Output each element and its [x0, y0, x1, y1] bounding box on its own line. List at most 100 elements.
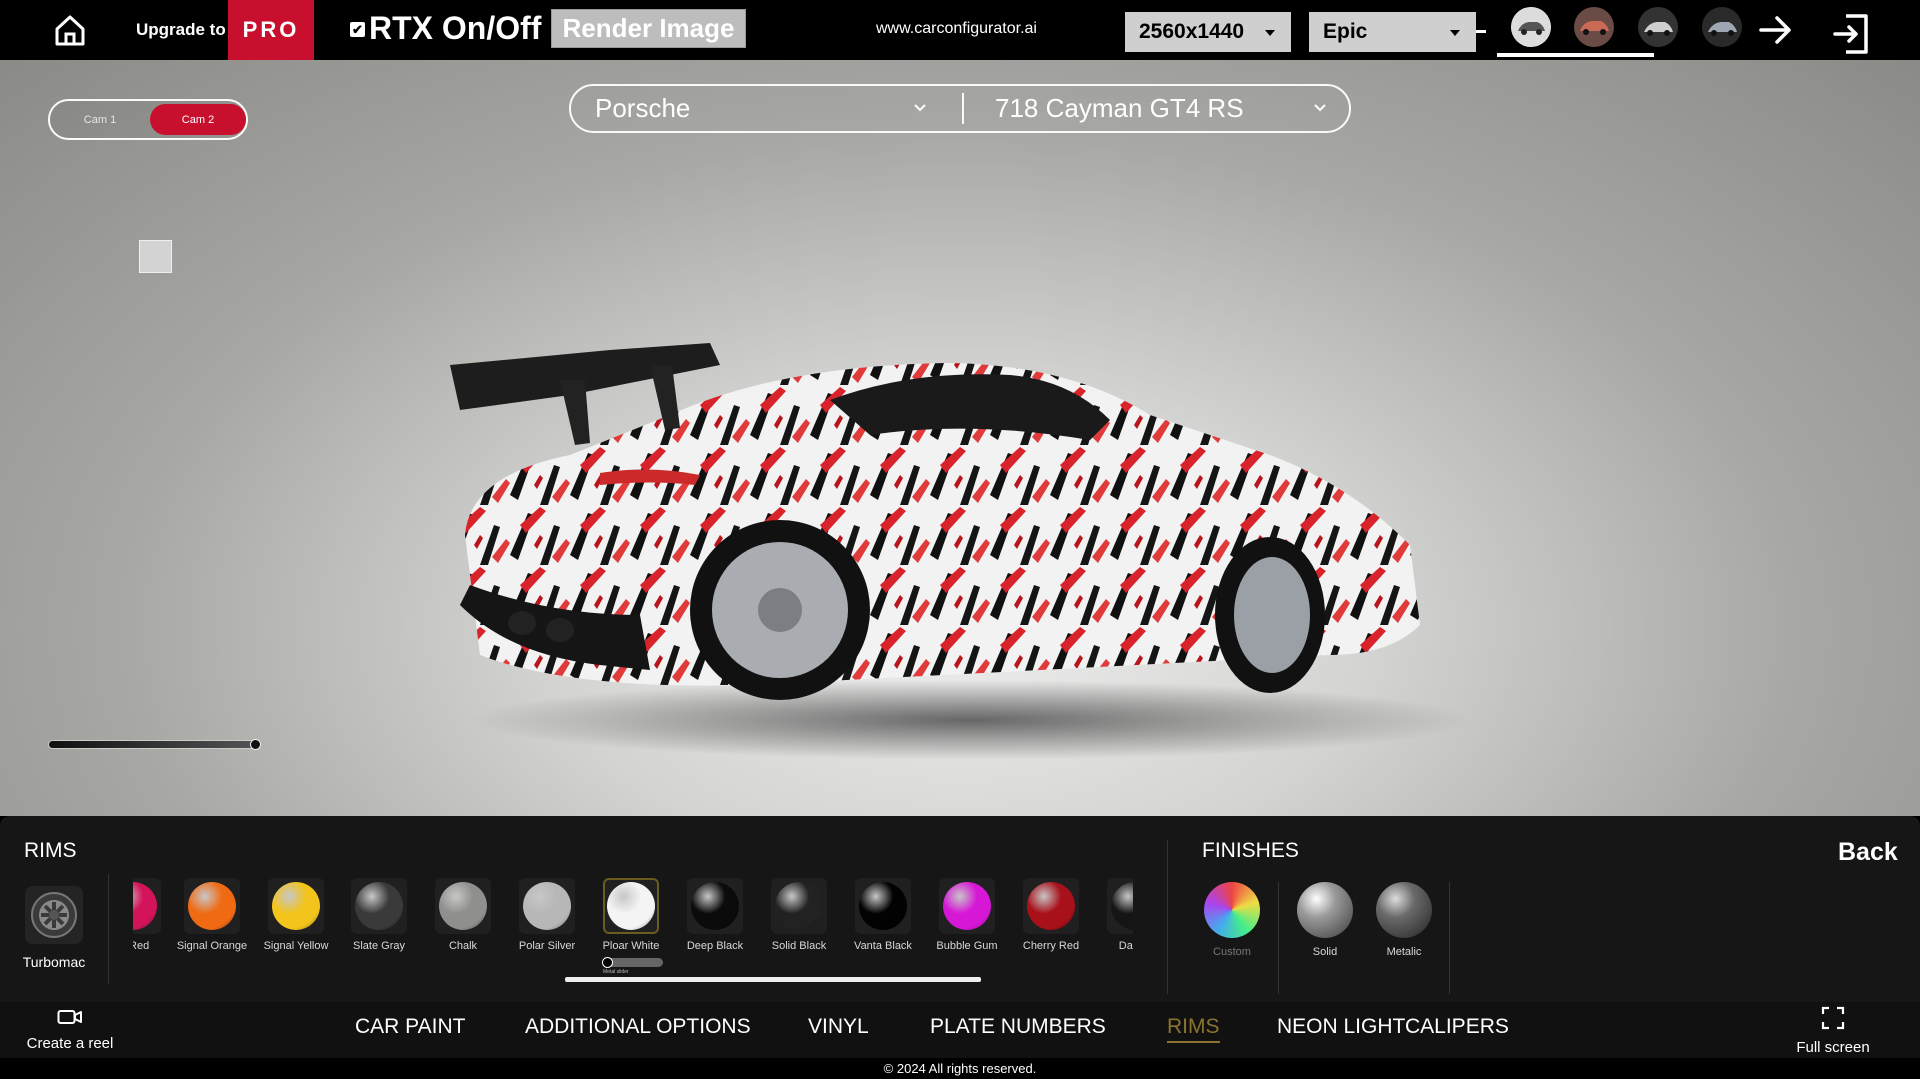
swatch-ball: [775, 882, 823, 930]
tab-vinyl[interactable]: VINYL: [808, 1015, 869, 1039]
swatch-tile: [771, 878, 827, 934]
cam-2-option[interactable]: Cam 2: [150, 104, 246, 135]
color-swatch[interactable]: Vanta Black: [843, 878, 923, 952]
car-thumbnail-icon: [1702, 7, 1742, 47]
color-preview-square[interactable]: [139, 240, 172, 273]
metal-slider-label: Metal slider: [603, 969, 629, 975]
swatch-scrollbar[interactable]: [565, 977, 981, 982]
color-swatch[interactable]: Chalk: [423, 878, 503, 952]
finish-swatch: [1204, 882, 1260, 938]
footer: © 2024 All rights reserved.: [0, 1058, 1920, 1079]
video-camera-icon: [57, 1010, 82, 1024]
car-render[interactable]: [450, 325, 1560, 765]
cam-1-option[interactable]: Cam 1: [52, 104, 148, 135]
resolution-select[interactable]: 2560x1440: [1125, 12, 1291, 52]
color-swatch[interactable]: Ploar White: [591, 878, 671, 952]
home-button[interactable]: [52, 12, 88, 48]
swatch-ball: [133, 882, 157, 930]
rtx-toggle[interactable]: ✔ RTX On/Off: [350, 10, 541, 47]
car-thumbnail-2[interactable]: [1574, 7, 1614, 47]
create-reel-button[interactable]: Create a reel: [24, 1008, 116, 1052]
divider: [1449, 882, 1450, 994]
tab-car-paint[interactable]: CAR PAINT: [355, 1015, 465, 1039]
swatch-ball: [439, 882, 487, 930]
swatch-label: Signal Yellow: [263, 940, 329, 952]
swatch-tile: [687, 878, 743, 934]
render-image-button[interactable]: Render Image: [551, 9, 746, 48]
metal-slider[interactable]: [602, 957, 663, 968]
swatch-tile: [519, 878, 575, 934]
next-button[interactable]: [1758, 12, 1794, 48]
model-dropdown[interactable]: 718 Cayman GT4 RS: [995, 86, 1244, 131]
exit-icon: [1833, 14, 1868, 54]
color-swatch[interactable]: Polar Silver: [507, 878, 587, 952]
pro-upgrade-button[interactable]: PRO: [228, 0, 314, 60]
site-url: www.carconfigurator.ai: [876, 20, 1037, 37]
slider-knob[interactable]: [250, 739, 261, 750]
divider: [962, 93, 964, 124]
tab-rims[interactable]: RIMS: [1167, 1015, 1220, 1043]
rim-option[interactable]: Turbomac: [22, 886, 86, 970]
thumbnail-scrollbar[interactable]: [1497, 53, 1654, 57]
swatch-tile: [184, 878, 240, 934]
checkbox-checked-icon[interactable]: ✔: [350, 22, 365, 37]
slider-knob[interactable]: [602, 957, 613, 968]
car-thumbnail-icon: [1638, 7, 1678, 47]
swatch-label: Dark...: [1118, 940, 1133, 952]
finish-label: Custom: [1213, 946, 1251, 958]
color-swatch[interactable]: ... Red: [133, 878, 173, 952]
color-swatch[interactable]: Signal Orange: [172, 878, 252, 952]
rtx-label: RTX On/Off: [369, 10, 542, 46]
tab-plate-numbers[interactable]: PLATE NUMBERS: [930, 1015, 1106, 1039]
customization-panel: RIMS FINISHES Back Turbomac ... Red Signa…: [0, 816, 1920, 1002]
tab-additional-options[interactable]: ADDITIONAL OPTIONS: [525, 1015, 751, 1039]
swatch-label: Ploar White: [602, 940, 660, 952]
color-swatch[interactable]: Bubble Gum: [927, 878, 1007, 952]
finish-label: Solid: [1312, 946, 1338, 958]
zoom-slider[interactable]: [48, 739, 261, 750]
swatch-tile: [435, 878, 491, 934]
finish-solid[interactable]: Solid: [1290, 882, 1360, 958]
color-swatch[interactable]: Slate Gray: [339, 878, 419, 952]
tab-neon-light[interactable]: NEON LIGHT: [1277, 1015, 1405, 1039]
swatch-ball: [1111, 882, 1133, 930]
color-swatch[interactable]: Cherry Red: [1011, 878, 1091, 952]
make-dropdown[interactable]: Porsche: [595, 86, 690, 131]
finish-swatch: [1376, 882, 1432, 938]
car-thumbnail-3[interactable]: [1638, 7, 1678, 47]
color-swatch[interactable]: Dark...: [1095, 878, 1133, 952]
tab-calipers[interactable]: CALIPERS: [1405, 1015, 1509, 1039]
car-thumbnail-icon: [1511, 7, 1551, 47]
finish-custom[interactable]: Custom: [1197, 882, 1267, 958]
copyright-text: © 2024 All rights reserved.: [883, 1061, 1037, 1076]
color-swatch[interactable]: Solid Black: [759, 878, 839, 952]
swatch-label: ... Red: [133, 940, 150, 952]
rim-thumb: [25, 886, 83, 944]
fullscreen-button[interactable]: Full screen: [1789, 1006, 1877, 1056]
exit-button[interactable]: [1832, 12, 1872, 56]
color-swatch[interactable]: Signal Yellow: [256, 878, 336, 952]
swatch-ball: [272, 882, 320, 930]
rims-title: RIMS: [24, 839, 77, 862]
finishes-title: FINISHES: [1202, 839, 1299, 862]
swatch-label: Cherry Red: [1022, 940, 1080, 952]
car-thumbnail-1[interactable]: [1511, 7, 1551, 47]
camera-toggle[interactable]: Cam 1 Cam 2: [48, 99, 248, 140]
finish-metallic[interactable]: Metalic: [1369, 882, 1439, 958]
swatch-label: Deep Black: [686, 940, 744, 952]
swatch-tile: [603, 878, 659, 934]
swatch-label: Signal Orange: [176, 940, 248, 952]
finish-swatch: [1297, 882, 1353, 938]
divider: [1167, 840, 1168, 994]
quality-select[interactable]: Epic: [1309, 12, 1476, 52]
color-swatch[interactable]: Deep Black: [675, 878, 755, 952]
upgrade-label: Upgrade to: [136, 20, 226, 39]
back-button[interactable]: Back: [1838, 838, 1898, 867]
swatch-tile: [133, 878, 161, 934]
car-viewport[interactable]: Cam 1 Cam 2 Porsche 718 Cayman GT4 RS: [0, 60, 1920, 816]
car-thumbnail-4[interactable]: [1702, 7, 1742, 47]
make-value: Porsche: [595, 93, 691, 123]
chevron-down-icon: [1314, 104, 1326, 112]
rim-icon: [31, 892, 77, 938]
divider: [1476, 30, 1486, 33]
